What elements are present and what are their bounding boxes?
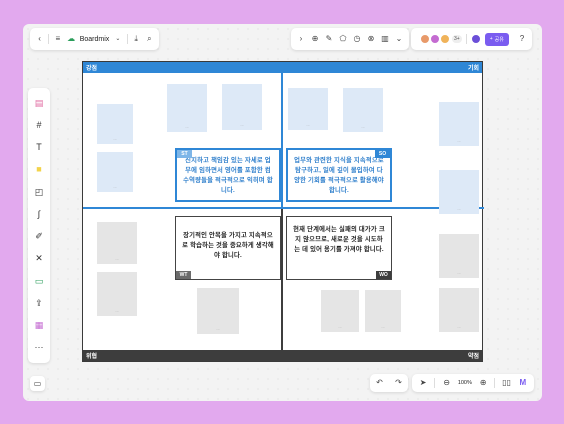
- chevron-down-icon[interactable]: ⌄: [113, 34, 122, 44]
- quadrant-label-strengths: 강점: [86, 66, 98, 72]
- ai-assistant-icon[interactable]: M: [518, 378, 528, 388]
- app-window: ‹ ≡ ☁ Boardmix ⌄ ⤓ ⌕ › ⊕ ✎ ⬠ ◷ ⊗ ▥ ⌄ 3+ …: [23, 24, 542, 401]
- strategy-card-st[interactable]: ST 진지하고 책임감 있는 자세로 업무에 임하면서 영어를 포함한 컴 수역…: [175, 148, 281, 202]
- cursor-icon[interactable]: ➤: [418, 378, 428, 388]
- book-icon[interactable]: ▯▯: [502, 378, 512, 388]
- divider: [465, 34, 467, 44]
- chevron-left-icon[interactable]: ‹: [35, 34, 44, 44]
- card-text: 업무와 관련한 지식을 지속적으로 탐구하고, 일에 깊이 몰입하여 다양한 기…: [294, 157, 384, 195]
- more-icon[interactable]: ⌄: [394, 34, 404, 44]
- sticky-note[interactable]: ...: [439, 288, 479, 332]
- zoom-controls: ➤ ⊖ 100% ⊕ ▯▯ M: [412, 374, 534, 392]
- board-name[interactable]: Boardmix: [80, 36, 110, 43]
- shapes-icon[interactable]: ◰: [34, 187, 44, 197]
- share-label: 공유: [494, 36, 504, 43]
- avatar[interactable]: [430, 34, 440, 44]
- quadrant-label-opportunities: 기회: [467, 66, 479, 72]
- search-icon[interactable]: ⌕: [145, 34, 154, 44]
- text-icon[interactable]: T: [34, 143, 44, 153]
- current-user-avatar[interactable]: [470, 34, 481, 44]
- mindmap-icon[interactable]: ✕: [34, 254, 44, 264]
- hamburger-icon[interactable]: ≡: [53, 34, 62, 44]
- frame-icon[interactable]: #: [34, 120, 44, 130]
- redo-icon[interactable]: ↷: [394, 378, 404, 388]
- history-controls: ↶ ↷: [370, 374, 408, 392]
- card-tag: WT: [176, 271, 191, 279]
- toolbar-users: 3+ + 공유 ?: [411, 28, 532, 50]
- sticky-note[interactable]: ...: [167, 84, 207, 132]
- table-icon[interactable]: ▭: [34, 276, 44, 286]
- card-text: 현재 단계에서는 실패의 대가가 크지 않으므로, 새로운 것을 시도하는 데 …: [293, 226, 385, 254]
- sticky-note-icon[interactable]: ■: [34, 165, 44, 175]
- sticky-note[interactable]: ...: [288, 88, 328, 130]
- timer-icon[interactable]: ◷: [352, 34, 362, 44]
- avatar[interactable]: [420, 34, 430, 44]
- sticky-note[interactable]: ...: [343, 88, 383, 132]
- chart-icon[interactable]: ▥: [380, 34, 390, 44]
- toolbar-left: ‹ ≡ ☁ Boardmix ⌄ ⤓ ⌕: [30, 28, 159, 50]
- more-icon[interactable]: ···: [34, 343, 44, 353]
- help-icon[interactable]: ?: [517, 34, 527, 44]
- sticky-note[interactable]: ...: [97, 104, 133, 144]
- sticky-note[interactable]: ...: [321, 290, 359, 332]
- zoom-level[interactable]: 100%: [458, 380, 472, 386]
- divider: [48, 34, 50, 44]
- download-icon[interactable]: ⤓: [131, 34, 140, 44]
- paint-icon[interactable]: ✎: [324, 34, 334, 44]
- toolbar-tools: › ⊕ ✎ ⬠ ◷ ⊗ ▥ ⌄: [291, 28, 409, 50]
- shape-icon[interactable]: ⬠: [338, 34, 348, 44]
- cloud-icon: ☁: [67, 34, 76, 43]
- vote-icon[interactable]: ⊗: [366, 34, 376, 44]
- sticky-note[interactable]: ...: [365, 290, 401, 332]
- upload-icon[interactable]: ⇪: [34, 298, 44, 308]
- pen-icon[interactable]: ✐: [34, 232, 44, 242]
- sticky-note[interactable]: ...: [439, 170, 479, 214]
- card-tag: SO: [375, 150, 390, 158]
- sticky-note[interactable]: ...: [222, 84, 262, 130]
- divider: [126, 34, 128, 44]
- sticky-note[interactable]: ...: [97, 272, 137, 316]
- divider: [434, 378, 436, 388]
- card-text: 장기적인 안목을 가지고 지속적으로 학습하는 것을 중요하게 생각해야 합니다…: [182, 232, 274, 260]
- divider: [494, 378, 496, 388]
- sticky-note[interactable]: ...: [439, 102, 479, 146]
- chevron-right-icon[interactable]: ›: [296, 34, 306, 44]
- minimap-button[interactable]: ▭: [30, 376, 45, 391]
- user-plus-icon: +: [489, 36, 493, 42]
- sticky-note[interactable]: ...: [439, 234, 479, 278]
- minimap-icon: ▭: [33, 378, 42, 388]
- sticky-note[interactable]: ...: [97, 222, 137, 264]
- zoom-out-icon[interactable]: ⊖: [442, 378, 452, 388]
- online-count: 3+: [452, 35, 462, 43]
- share-button[interactable]: + 공유: [484, 32, 509, 46]
- board-header: 강점 기회: [83, 62, 482, 73]
- swot-board: 강점 기회 위협 약점 ... ... ... ... ... ... ... …: [82, 61, 484, 362]
- sticky-note[interactable]: ...: [97, 152, 133, 192]
- left-toolbar: ▤ # T ■ ◰ ∫ ✐ ✕ ▭ ⇪ ▦ ···: [28, 88, 50, 363]
- strategy-card-wo[interactable]: WO 현재 단계에서는 실패의 대가가 크지 않으므로, 새로운 것을 시도하는…: [286, 216, 392, 280]
- quadrant-label-weaknesses: 약점: [467, 354, 479, 360]
- zoom-in-icon[interactable]: ⊕: [478, 378, 488, 388]
- strategy-card-so[interactable]: SO 업무와 관련한 지식을 지속적으로 탐구하고, 일에 깊이 몰입하여 다양…: [286, 148, 392, 202]
- apps-icon[interactable]: ▦: [34, 321, 44, 331]
- add-icon[interactable]: ⊕: [310, 34, 320, 44]
- strategy-card-wt[interactable]: WT 장기적인 안목을 가지고 지속적으로 학습하는 것을 중요하게 생각해야 …: [175, 216, 281, 280]
- quadrant-label-threats: 위협: [86, 354, 98, 360]
- card-text: 진지하고 책임감 있는 자세로 업무에 임하면서 영어를 포함한 컴 수역량들을…: [183, 157, 273, 195]
- undo-icon[interactable]: ↶: [375, 378, 385, 388]
- template-icon[interactable]: ▤: [34, 98, 44, 108]
- card-tag: ST: [177, 150, 192, 158]
- avatar[interactable]: [440, 34, 450, 44]
- board-footer: 위협 약점: [83, 350, 482, 361]
- sticky-note[interactable]: ...: [197, 288, 239, 334]
- card-tag: WO: [376, 271, 391, 279]
- connector-icon[interactable]: ∫: [34, 209, 44, 219]
